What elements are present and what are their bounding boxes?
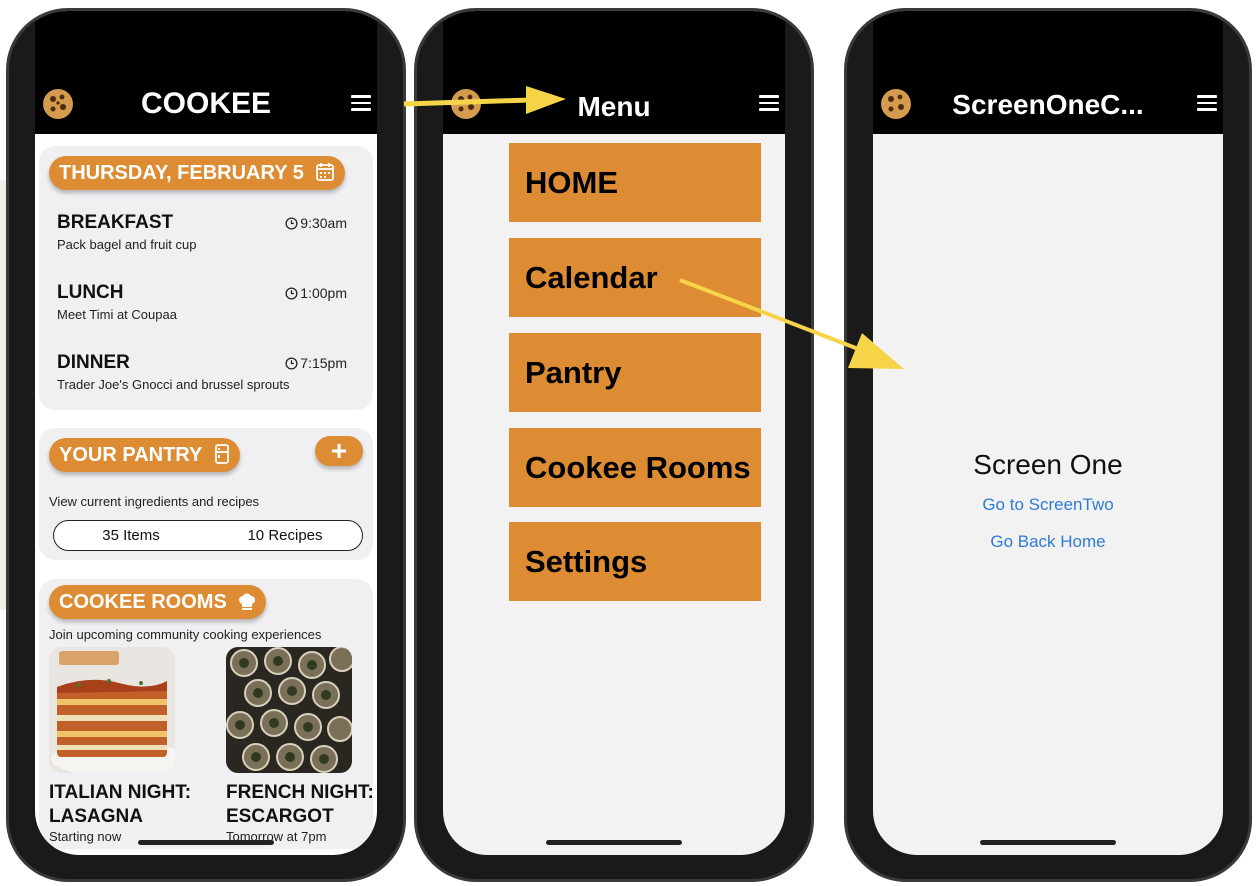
- arrow-head-2: [848, 333, 904, 369]
- arrow-annotation: [403, 86, 904, 369]
- arrow-line-1: [403, 97, 531, 107]
- arrow-head-1: [526, 86, 566, 114]
- arrow-line-2: [679, 278, 867, 354]
